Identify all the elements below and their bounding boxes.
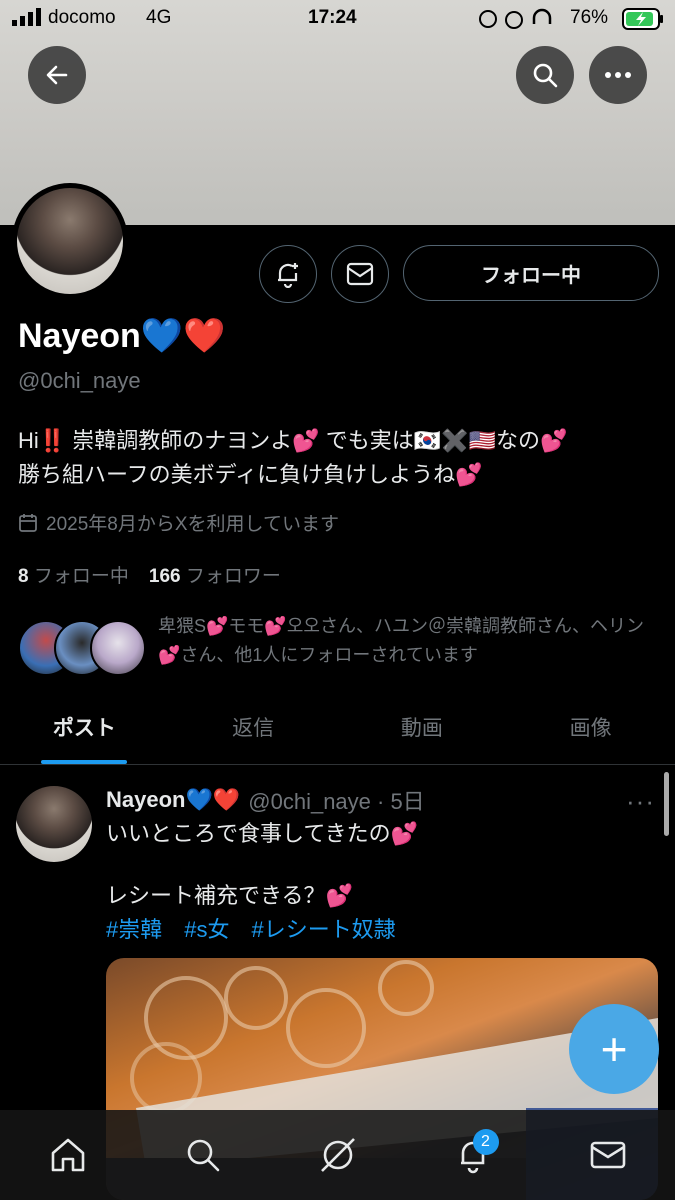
nav-search[interactable]: [173, 1125, 233, 1185]
profile-avatar[interactable]: [12, 183, 128, 299]
notify-button[interactable]: [259, 245, 317, 303]
envelope-icon: [590, 1141, 625, 1169]
message-button[interactable]: [331, 245, 389, 303]
grok-icon: [320, 1138, 355, 1172]
following-label: フォロー中: [33, 566, 129, 587]
followers-label: フォロワー: [185, 566, 281, 587]
more-icon: [605, 72, 631, 78]
post-line: いいところで食事してきたの💕: [106, 821, 419, 846]
status-bar: docomo 4G 17:24 76%: [0, 0, 675, 38]
profile-handle: @0chi_naye: [18, 368, 141, 393]
profile-bio: Hi‼️ 崇韓調教師のナヨンよ💕 でも実は🇰🇷✖️🇺🇸なの💕 勝ち組ハーフの美ボ…: [18, 424, 658, 492]
post-header: Nayeon💙❤️ @0chi_naye · 5日: [106, 784, 425, 816]
follow-stats: 8 フォロー中 166 フォロワー: [18, 561, 281, 588]
nav-home[interactable]: [38, 1125, 98, 1185]
envelope-icon: [346, 262, 374, 286]
post-more-icon[interactable]: ···: [626, 786, 655, 817]
nav-messages[interactable]: [578, 1125, 638, 1185]
followers-count: 166: [148, 566, 181, 587]
search-button[interactable]: [516, 46, 574, 104]
post-text: いいところで食事してきたの💕 レシート補充できる？💕: [106, 818, 646, 912]
followers-stat[interactable]: 166 フォロワー: [149, 561, 281, 588]
post-author-name[interactable]: Nayeon💙❤️: [106, 787, 240, 813]
nav-grok[interactable]: [308, 1125, 368, 1185]
bio-line: 勝ち組ハーフの美ボディに負け負けしようね💕: [18, 462, 483, 487]
post-handle-time: @0chi_naye · 5日: [248, 789, 425, 814]
notification-badge: 2: [472, 1129, 499, 1155]
joined-text: 2025年8月からXを利用しています: [46, 514, 339, 535]
profile-tabs: ポスト 返信 動画 画像: [0, 700, 675, 765]
back-button[interactable]: [28, 46, 86, 104]
tab-posts[interactable]: ポスト: [0, 700, 169, 764]
bottom-nav: 2: [0, 1110, 675, 1200]
post-hashtags: #崇韓 #s女 #レシート奴隷: [106, 912, 396, 944]
avatar-image: [17, 188, 123, 294]
calendar-icon: [19, 513, 37, 532]
home-icon: [51, 1138, 84, 1172]
nav-notifications[interactable]: 2: [443, 1125, 503, 1185]
tab-images[interactable]: 画像: [506, 700, 675, 764]
compose-button[interactable]: +: [569, 1004, 659, 1094]
signal-icon: [12, 8, 42, 32]
bell-plus-icon: [278, 263, 298, 288]
battery-percent: 76%: [570, 7, 609, 28]
following-stat[interactable]: 8 フォロー中: [18, 561, 129, 588]
search-icon: [187, 1139, 219, 1172]
scrollbar[interactable]: [664, 772, 669, 836]
hashtag-link[interactable]: #崇韓: [106, 912, 162, 944]
post-avatar[interactable]: [16, 786, 92, 862]
post-line: レシート補充できる？💕: [106, 883, 353, 908]
back-arrow-icon: [46, 65, 68, 85]
following-count: 8: [18, 566, 29, 587]
followed-by-text[interactable]: 卑猥S💕モモ💕오오さん、ハユン＠崇韓調教師さん、ヘリン💕さん、他1人にフォローさ…: [158, 612, 648, 670]
network-label: 4G: [146, 7, 172, 28]
following-button[interactable]: フォロー中: [403, 245, 659, 301]
status-icons: [478, 8, 558, 36]
tab-replies[interactable]: 返信: [169, 700, 338, 764]
clock: 17:24: [308, 7, 357, 28]
battery-icon: [622, 8, 664, 36]
joined-date: 2025年8月からXを利用しています: [18, 509, 339, 536]
more-button[interactable]: [589, 46, 647, 104]
carrier-label: docomo: [48, 7, 116, 28]
profile-name: Nayeon💙❤️: [18, 317, 226, 355]
tab-videos[interactable]: 動画: [338, 700, 507, 764]
search-icon: [533, 63, 558, 88]
hashtag-link[interactable]: #s女: [184, 912, 229, 944]
follower-avatar: [90, 620, 146, 676]
bio-line: Hi‼️ 崇韓調教師のナヨンよ💕 でも実は🇰🇷✖️🇺🇸なの💕: [18, 428, 568, 453]
hashtag-link[interactable]: #レシート奴隷: [252, 912, 396, 944]
